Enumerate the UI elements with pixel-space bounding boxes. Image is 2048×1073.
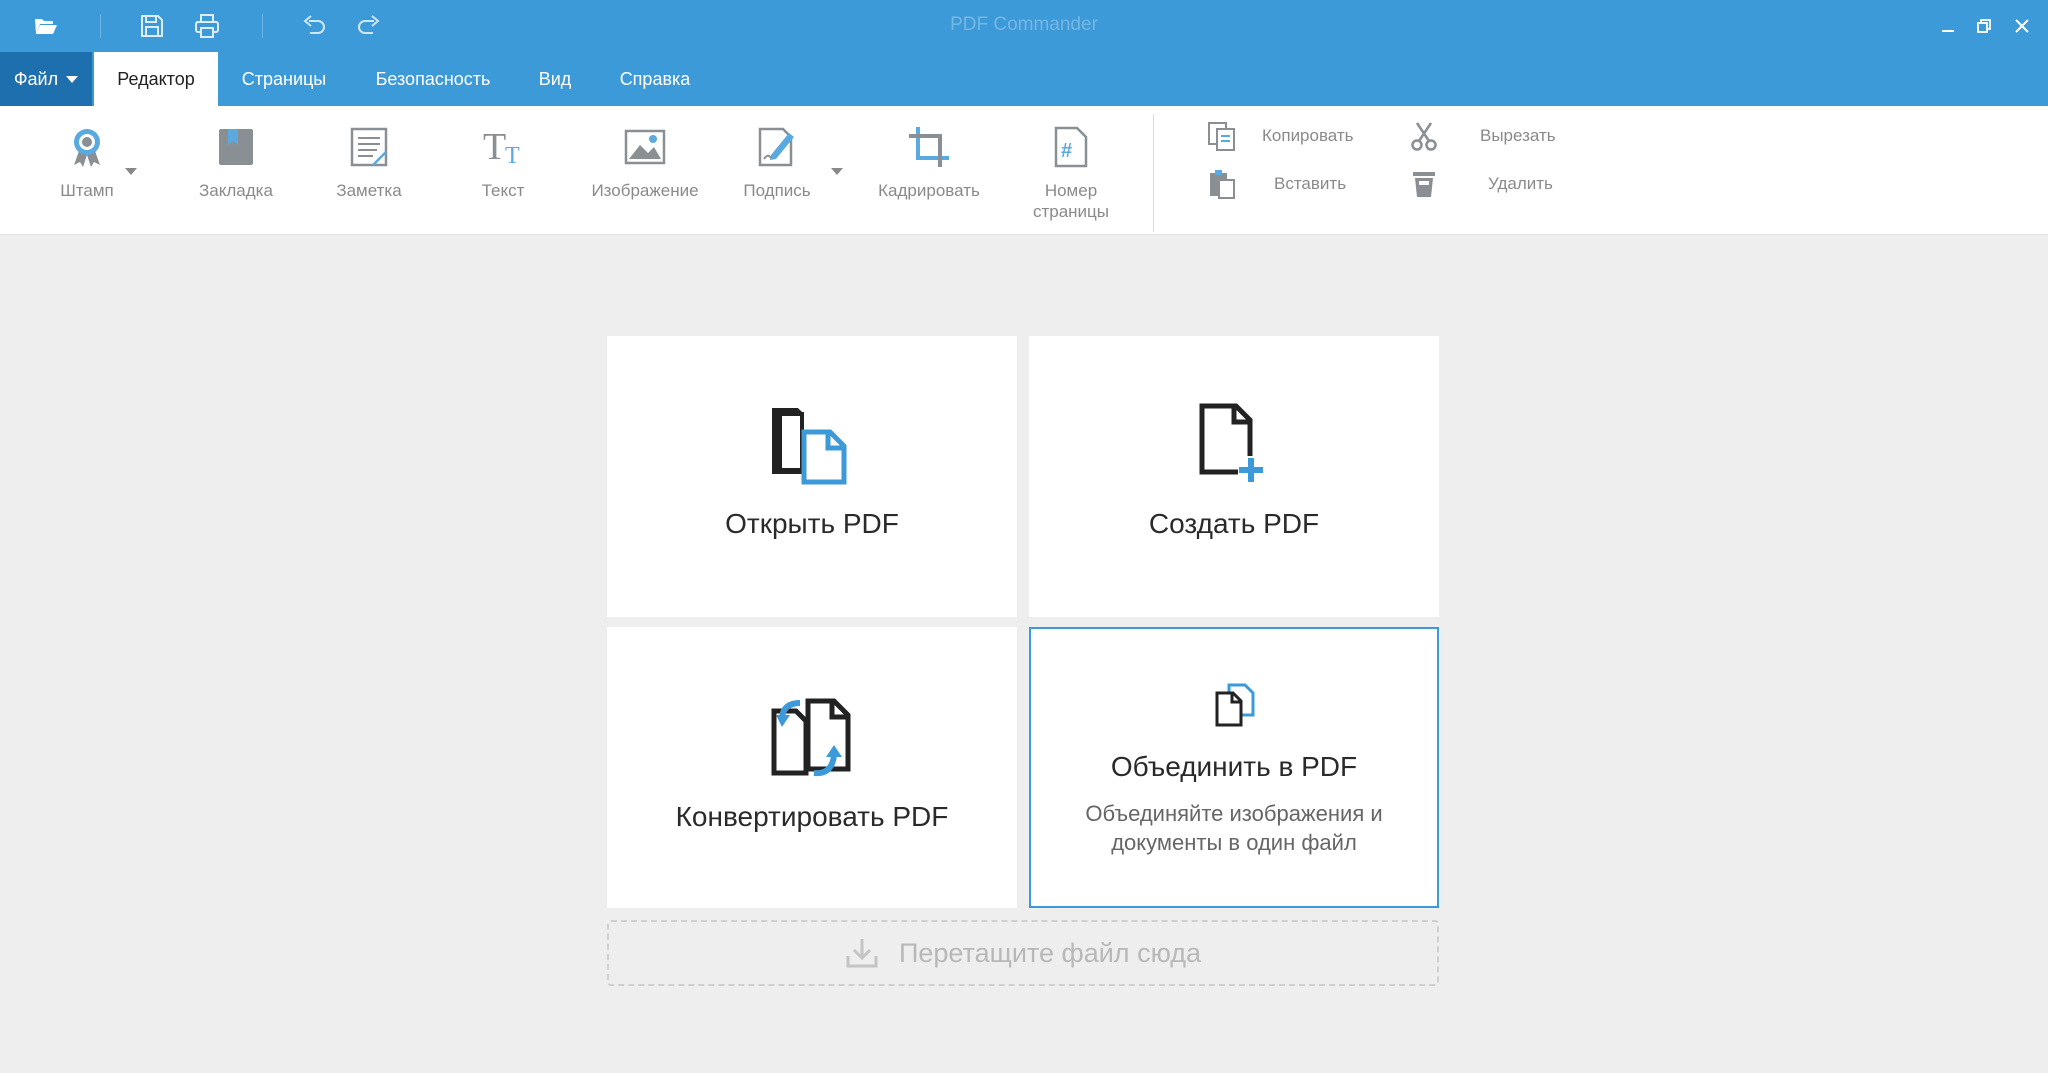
close-icon (2015, 19, 2029, 33)
merge-pdf-icon (1215, 683, 1255, 727)
text-label: Текст (481, 181, 525, 200)
crop-icon (909, 127, 949, 167)
close-button[interactable] (2006, 10, 2038, 42)
signature-icon (758, 127, 794, 167)
menu-bar: Файл Редактор Страницы Безопасность Вид … (0, 52, 2048, 106)
tab-view[interactable]: Вид (528, 52, 582, 106)
note-icon (350, 127, 388, 167)
stamp-label: Штамп (60, 181, 114, 200)
cut-button[interactable]: Вырезать (1406, 118, 1556, 154)
page-number-icon: # (1054, 126, 1088, 168)
download-icon (846, 939, 878, 968)
restore-icon (1977, 19, 1991, 33)
merge-pdf-description: Объединяйте изображения и документы в од… (1085, 801, 1383, 855)
bookmark-button[interactable]: Закладка (188, 124, 284, 201)
paste-icon (1210, 170, 1235, 199)
stamp-icon (74, 129, 100, 167)
open-pdf-icon (772, 408, 847, 485)
chevron-down-icon (66, 75, 79, 83)
image-icon (624, 129, 666, 165)
tab-help[interactable]: Справка (605, 52, 705, 106)
text-button[interactable]: T T Текст (462, 124, 544, 201)
text-icon: T T (483, 126, 520, 169)
tab-pages-label: Страницы (241, 68, 327, 89)
tab-file-label: Файл (13, 68, 59, 89)
copy-label: Копировать (1262, 126, 1354, 145)
svg-text:T: T (505, 143, 520, 169)
copy-button[interactable]: Копировать (1204, 118, 1354, 154)
delete-label: Удалить (1488, 174, 1553, 193)
file-dropzone[interactable]: Перетащите файл сюда (607, 920, 1439, 986)
tab-help-label: Справка (619, 68, 691, 89)
signature-label: Подпись (743, 181, 811, 200)
convert-pdf-card[interactable]: Конвертировать PDF (607, 627, 1017, 908)
stamp-button[interactable]: Штамп (44, 124, 130, 201)
tab-editor[interactable]: Редактор (94, 52, 218, 106)
signature-button[interactable]: Подпись (734, 124, 820, 201)
copy-icon (1208, 122, 1235, 151)
toolbar: Штамп Закладка Заметка T T Текст Изображ… (0, 106, 2048, 235)
dropzone-label: Перетащите файл сюда (898, 937, 1201, 968)
page-number-button[interactable]: # Номер страницы (1022, 124, 1120, 222)
minimize-button[interactable] (1932, 10, 1964, 42)
image-label: Изображение (591, 181, 699, 200)
merge-pdf-title: Объединить в PDF (1110, 751, 1358, 782)
page-number-label: Номер страницы (1032, 181, 1110, 221)
create-pdf-title: Создать PDF (1148, 508, 1320, 539)
create-pdf-icon (1199, 403, 1264, 482)
convert-pdf-icon (771, 698, 851, 777)
cut-icon (1411, 122, 1437, 151)
svg-text:T: T (483, 126, 506, 168)
stamp-dropdown-caret[interactable] (125, 168, 137, 175)
bookmark-label: Закладка (199, 181, 273, 200)
tab-pages[interactable]: Страницы (230, 52, 338, 106)
create-pdf-card[interactable]: Создать PDF (1029, 336, 1439, 617)
note-button[interactable]: Заметка (326, 124, 412, 201)
crop-button[interactable]: Кадрировать (868, 124, 990, 201)
minimize-icon (1942, 30, 1954, 32)
paste-button[interactable]: Вставить (1204, 166, 1346, 202)
convert-pdf-title: Конвертировать PDF (675, 801, 949, 832)
restore-button[interactable] (1968, 10, 2000, 42)
delete-button[interactable]: Удалить (1406, 166, 1553, 202)
svg-text:#: # (1061, 140, 1072, 162)
crop-label: Кадрировать (878, 181, 980, 200)
signature-dropdown-caret[interactable] (831, 168, 843, 175)
tab-editor-label: Редактор (117, 68, 195, 89)
paste-label: Вставить (1274, 174, 1347, 193)
title-bar: PDF Commander (0, 0, 2048, 52)
tab-security-label: Безопасность (375, 68, 491, 89)
image-button[interactable]: Изображение (586, 124, 704, 201)
note-label: Заметка (336, 181, 402, 200)
app-title: PDF Commander (950, 14, 1098, 35)
bookmark-icon (219, 129, 253, 165)
delete-icon (1413, 172, 1435, 197)
tab-view-label: Вид (538, 68, 572, 89)
toolbar-separator (1153, 114, 1154, 232)
tab-security[interactable]: Безопасность (362, 52, 504, 106)
merge-pdf-card[interactable]: Объединить в PDF Объединяйте изображения… (1029, 627, 1439, 908)
tab-file[interactable]: Файл (0, 52, 92, 106)
open-pdf-title: Открыть PDF (725, 508, 899, 539)
open-pdf-card[interactable]: Открыть PDF (607, 336, 1017, 617)
cut-label: Вырезать (1480, 126, 1556, 145)
